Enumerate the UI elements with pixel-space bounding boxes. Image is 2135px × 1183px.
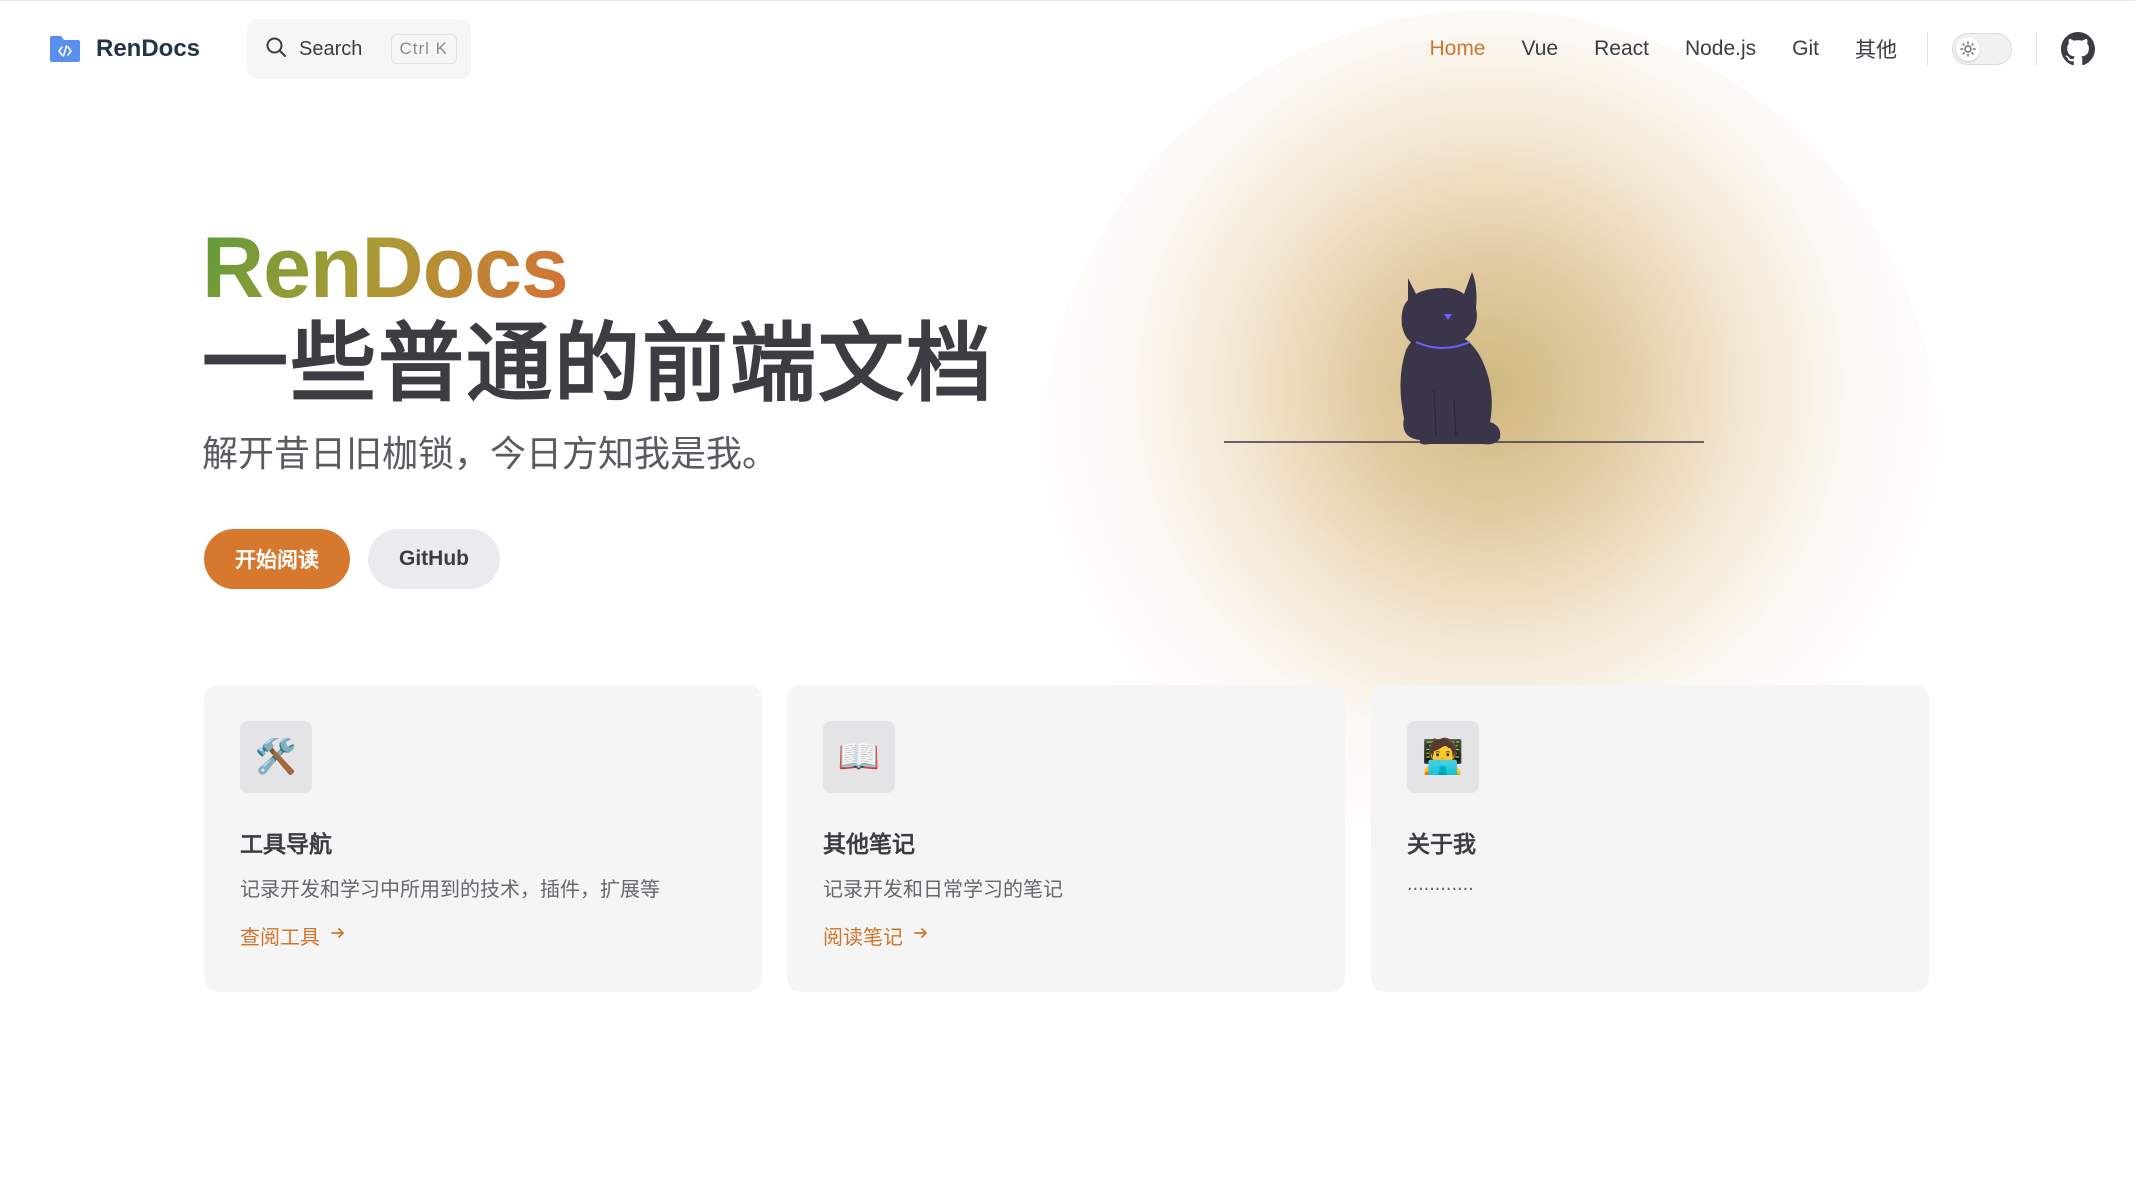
start-reading-button[interactable]: 开始阅读 bbox=[204, 529, 350, 589]
arrow-right-icon bbox=[330, 924, 346, 947]
feature-title: 其他笔记 bbox=[823, 831, 915, 857]
github-icon[interactable] bbox=[2061, 32, 2095, 66]
page: RenDocs Search Ctrl K Home Vue React Nod… bbox=[0, 0, 2135, 1183]
nav-menu: Home Vue React Node.js Git 其他 bbox=[1411, 22, 2037, 76]
feature-link[interactable]: 查阅工具 bbox=[240, 921, 346, 950]
feature-link[interactable]: 阅读笔记 bbox=[823, 921, 929, 950]
navbar: RenDocs Search Ctrl K Home Vue React Nod… bbox=[0, 0, 2135, 98]
search-shortcut: Ctrl K bbox=[390, 34, 457, 64]
code-folder-icon bbox=[48, 34, 82, 64]
nav-item-vue[interactable]: Vue bbox=[1504, 37, 1577, 61]
feature-card-tools[interactable]: 🛠️ 工具导航 记录开发和学习中所用到的技术，插件，扩展等 查阅工具 bbox=[204, 685, 762, 992]
hero-text: 一些普通的前端文档 bbox=[202, 316, 994, 412]
sun-icon bbox=[1956, 37, 1980, 61]
nav-item-home[interactable]: Home bbox=[1411, 37, 1503, 61]
feature-link-label: 阅读笔记 bbox=[823, 927, 903, 949]
github-button[interactable]: GitHub bbox=[368, 529, 500, 589]
developer-icon: 🧑‍💻 bbox=[1407, 721, 1479, 793]
brand-name: RenDocs bbox=[96, 35, 201, 62]
hero-tagline: 解开昔日旧枷锁，今日方知我是我。 bbox=[202, 433, 779, 474]
nav-divider-2 bbox=[2036, 32, 2037, 66]
feature-link-label: 查阅工具 bbox=[240, 927, 320, 949]
feature-title: 关于我 bbox=[1407, 831, 1476, 857]
feature-title: 工具导航 bbox=[240, 831, 332, 857]
search-icon bbox=[265, 36, 287, 63]
nav-divider bbox=[1927, 32, 1928, 66]
hero-name: RenDocs bbox=[202, 220, 569, 316]
feature-details: 记录开发和日常学习的笔记 bbox=[823, 879, 1063, 901]
brand-link[interactable]: RenDocs bbox=[48, 34, 200, 64]
nav-item-nodejs[interactable]: Node.js bbox=[1667, 37, 1774, 61]
nav-item-git[interactable]: Git bbox=[1774, 37, 1837, 61]
feature-details: 记录开发和学习中所用到的技术，插件，扩展等 bbox=[240, 879, 660, 901]
nav-item-other[interactable]: 其他 bbox=[1837, 34, 1915, 64]
search-label: Search bbox=[299, 37, 363, 60]
nav-item-react[interactable]: React bbox=[1576, 37, 1667, 61]
feature-card-notes[interactable]: 📖 其他笔记 记录开发和日常学习的笔记 阅读笔记 bbox=[787, 685, 1345, 992]
cat-illustration bbox=[1220, 250, 1720, 450]
theme-toggle[interactable] bbox=[1952, 33, 2012, 65]
arrow-right-icon bbox=[913, 924, 929, 947]
feature-card-about[interactable]: 🧑‍💻 关于我 ............ bbox=[1371, 685, 1929, 992]
search-button[interactable]: Search Ctrl K bbox=[247, 19, 471, 79]
book-icon: 📖 bbox=[823, 721, 895, 793]
tools-icon: 🛠️ bbox=[240, 721, 312, 793]
feature-details: ............ bbox=[1407, 873, 1474, 895]
